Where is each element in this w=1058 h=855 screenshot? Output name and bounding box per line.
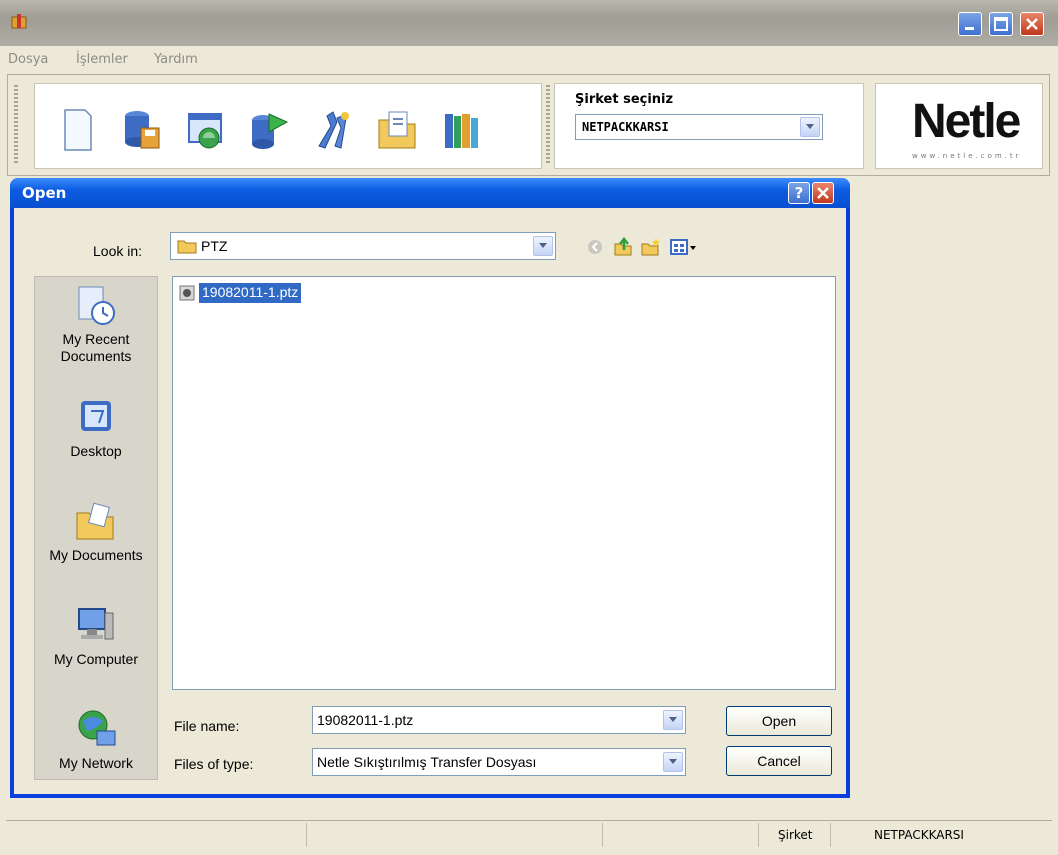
dialog-title-bar: Open ? [10, 178, 850, 208]
folder-file-icon[interactable] [375, 106, 419, 154]
file-name-field[interactable]: 19082011-1.ptz [312, 706, 686, 734]
my-documents-icon [76, 502, 114, 540]
look-in-value: PTZ [201, 238, 228, 254]
place-my-documents[interactable]: My Documents [35, 499, 157, 564]
company-select[interactable]: NETPACKKARSI [575, 114, 823, 140]
place-my-network[interactable]: My Network [35, 707, 157, 772]
dialog-close-button[interactable] [812, 182, 834, 204]
recent-documents-icon [78, 286, 115, 325]
books-icon[interactable] [439, 106, 483, 154]
open-dialog: Open ? Look in: PTZ My Recent Documents … [10, 178, 850, 798]
file-type-value: Netle Sıkıştırılmış Transfer Dosyası [317, 754, 537, 770]
company-select-value: NETPACKKARSI [582, 120, 669, 134]
look-in-combo[interactable]: PTZ [170, 232, 556, 260]
place-label: My Network [59, 755, 133, 771]
chevron-down-icon[interactable] [663, 710, 683, 730]
help-button[interactable]: ? [788, 182, 810, 204]
file-name-label: File name: [174, 718, 240, 734]
desktop-icon [81, 401, 111, 431]
dialog-title: Open [22, 184, 67, 202]
my-network-icon [78, 710, 116, 746]
toolbar-grip-2[interactable] [546, 85, 550, 165]
my-computer-icon [78, 608, 114, 640]
file-type-select[interactable]: Netle Sıkıştırılmış Transfer Dosyası [312, 748, 686, 776]
new-folder-icon[interactable] [640, 236, 662, 258]
look-in-label: Look in: [93, 243, 143, 259]
netle-logo: Netle www.netle.com.tr [875, 83, 1043, 169]
company-selector-panel: Şirket seçiniz NETPACKKARSI [554, 83, 864, 169]
chevron-down-icon[interactable] [533, 236, 553, 256]
chevron-down-icon[interactable] [800, 117, 820, 137]
close-icon [1026, 18, 1038, 30]
new-document-icon[interactable] [55, 106, 99, 154]
place-label: My Computer [53, 651, 139, 667]
logo-text: Netle [912, 95, 1021, 148]
place-label: My Recent Documents [60, 331, 132, 364]
back-icon[interactable] [584, 236, 606, 258]
status-company-value: NETPACKKARSI [874, 828, 964, 842]
places-bar: My Recent Documents Desktop My Documents… [34, 276, 158, 780]
package-icon [11, 14, 27, 29]
close-icon [817, 187, 829, 199]
maximize-button[interactable] [989, 12, 1013, 36]
maximize-icon [994, 17, 1008, 31]
database-save-icon[interactable] [119, 106, 163, 154]
menu-bar: Dosya İşlemler Yardım [0, 46, 1058, 72]
window-image-icon[interactable] [183, 106, 227, 154]
minimize-button[interactable] [958, 12, 982, 36]
toolbar-grip[interactable] [14, 85, 18, 165]
status-bar: Şirket NETPACKKARSI [6, 820, 1052, 848]
view-menu-icon[interactable] [668, 236, 698, 258]
toolbar: Şirket seçiniz NETPACKKARSI Netle www.ne… [7, 74, 1050, 176]
logo-subtext: www.netle.com.tr [912, 152, 1022, 160]
close-button[interactable] [1020, 12, 1044, 36]
company-label: Şirket seçiniz [575, 92, 674, 107]
place-my-recent-documents[interactable]: My Recent Documents [35, 283, 157, 365]
place-my-computer[interactable]: My Computer [35, 603, 157, 668]
folder-icon [177, 240, 197, 254]
open-button[interactable]: Open [726, 706, 832, 736]
file-name: 19082011-1.ptz [199, 283, 302, 303]
status-company-label: Şirket [778, 828, 813, 842]
menu-dosya[interactable]: Dosya [8, 52, 48, 67]
file-type-label: Files of type: [174, 756, 254, 772]
database-arrow-icon[interactable] [247, 106, 291, 154]
file-icon [179, 285, 195, 301]
tool-group [34, 83, 542, 169]
cancel-button[interactable]: Cancel [726, 746, 832, 776]
menu-islemler[interactable]: İşlemler [76, 52, 128, 67]
file-name-value: 19082011-1.ptz [317, 712, 414, 728]
up-folder-icon[interactable] [612, 236, 634, 258]
minimize-icon [965, 27, 974, 30]
chevron-down-icon[interactable] [663, 752, 683, 772]
place-label: Desktop [70, 443, 122, 459]
place-label: My Documents [49, 547, 143, 563]
place-desktop[interactable]: Desktop [35, 395, 157, 460]
menu-yardim[interactable]: Yardım [154, 52, 198, 67]
file-list[interactable]: 19082011-1.ptz [172, 276, 836, 690]
tools-icon[interactable] [311, 106, 355, 154]
window-title-bar [0, 0, 1058, 46]
